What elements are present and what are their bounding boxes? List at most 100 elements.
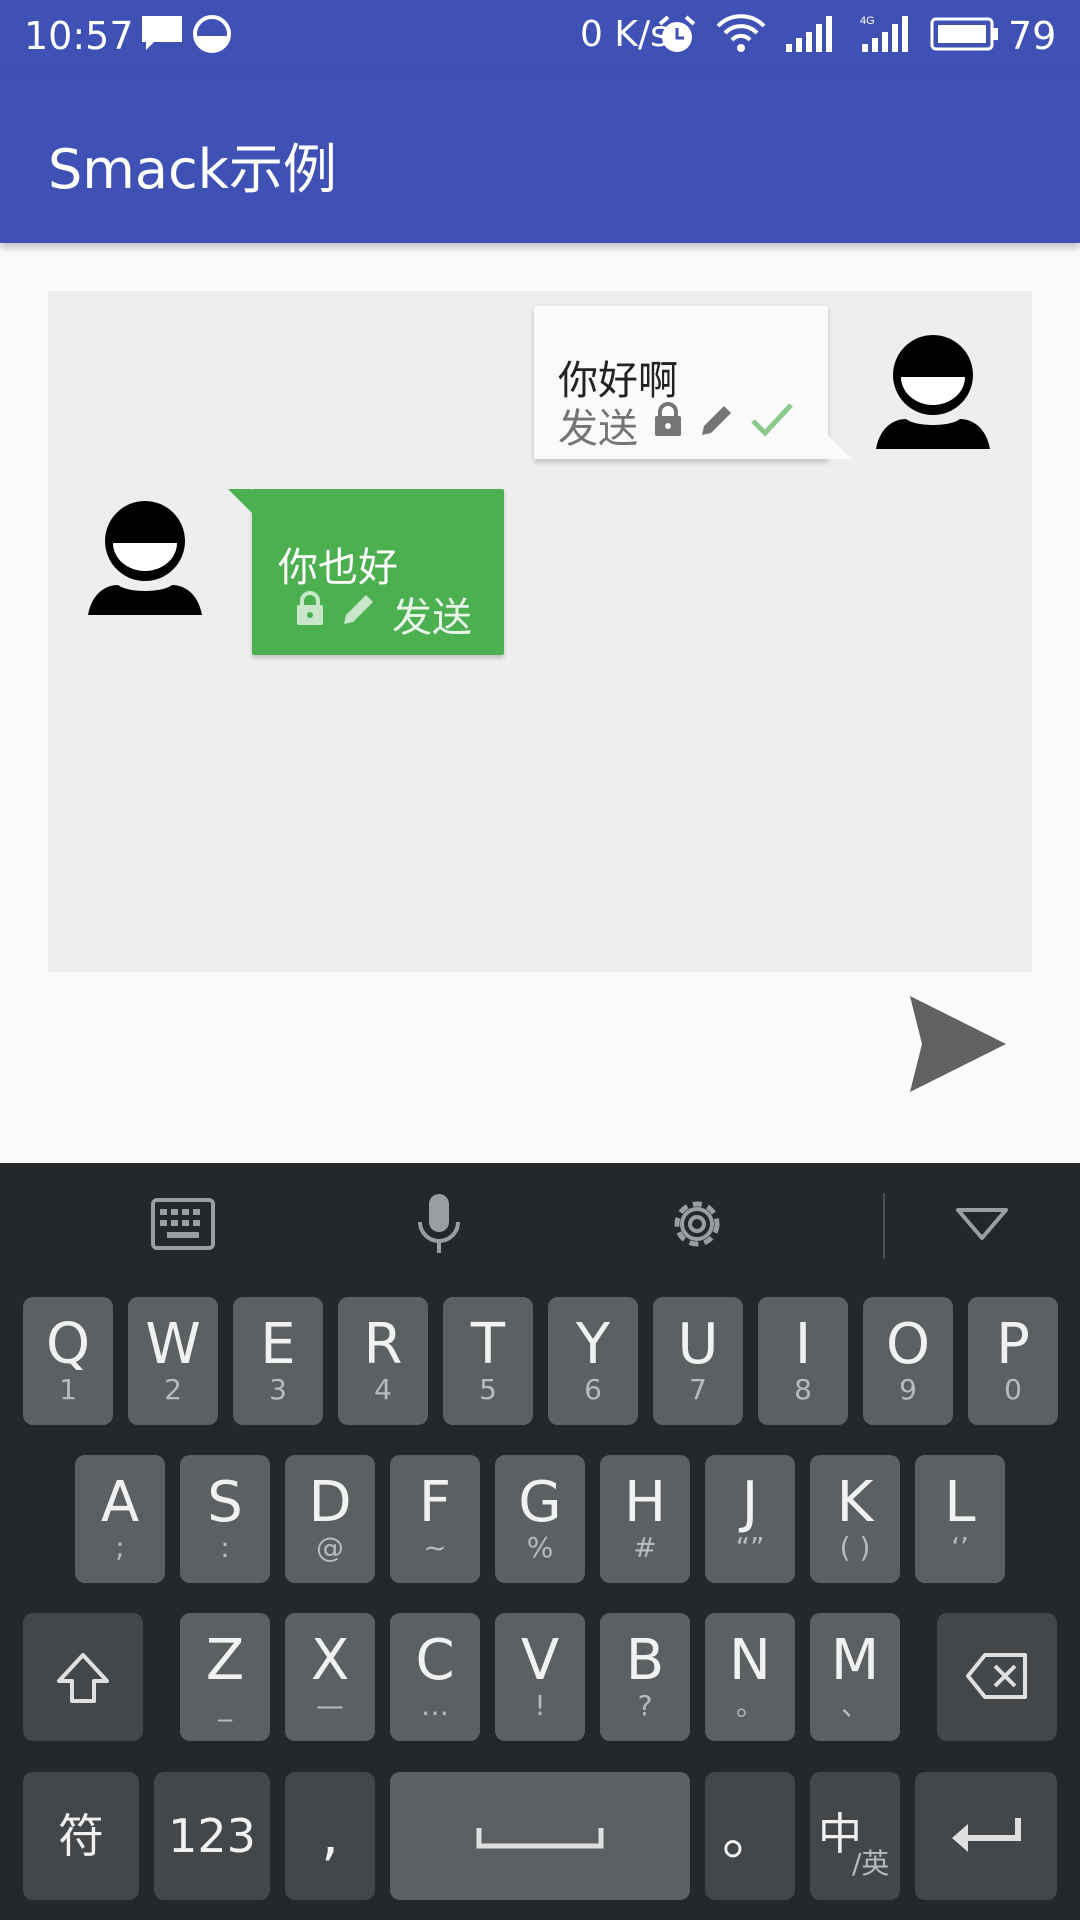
edit-icon	[340, 590, 378, 638]
voice-input-button[interactable]	[402, 1189, 476, 1263]
key-label: C	[415, 1628, 455, 1693]
key-v[interactable]: V!	[495, 1613, 585, 1741]
app-bar: Smack示例	[0, 75, 1080, 243]
key-label: F	[418, 1470, 452, 1535]
key-sublabel: 1	[59, 1373, 77, 1406]
key-sublabel: 2	[164, 1373, 182, 1406]
key-i[interactable]: I8	[758, 1297, 848, 1425]
keyboard-settings-button[interactable]	[660, 1189, 734, 1263]
key-b[interactable]: B?	[600, 1613, 690, 1741]
keyboard-switch-button[interactable]	[146, 1189, 220, 1263]
message-bubble-incoming[interactable]: 你好啊 发送	[534, 306, 852, 459]
key-sublabel: ;	[115, 1531, 125, 1564]
space-key[interactable]	[390, 1772, 690, 1900]
language-switch-key[interactable]: 中 /英	[810, 1772, 900, 1900]
key-label: A	[100, 1470, 140, 1535]
key-j[interactable]: J “”	[705, 1455, 795, 1583]
key-label: I	[794, 1312, 812, 1377]
key-o[interactable]: O9	[863, 1297, 953, 1425]
message-meta: 发送	[294, 585, 472, 643]
key-label: S	[207, 1470, 243, 1535]
key-sublabel: ?	[637, 1689, 653, 1722]
key-x[interactable]: X —	[285, 1613, 375, 1741]
period-key[interactable]: 。	[705, 1772, 795, 1900]
key-label: E	[260, 1312, 296, 1377]
message-meta: 发送	[558, 396, 794, 454]
key-h[interactable]: H #	[600, 1455, 690, 1583]
key-g[interactable]: G%	[495, 1455, 585, 1583]
message-icon	[140, 14, 184, 58]
svg-text:4G: 4G	[860, 15, 875, 27]
key-sublabel: 。	[735, 1689, 764, 1722]
key-sublabel: ‘’	[951, 1531, 969, 1564]
key-sublabel: 8	[794, 1373, 812, 1406]
bubble-tail	[228, 489, 252, 513]
key-label: N	[729, 1628, 771, 1693]
status-time: 10:57	[24, 14, 134, 58]
key-f[interactable]: F ~	[390, 1455, 480, 1583]
avatar-self[interactable]	[86, 499, 204, 617]
keyboard-icon	[150, 1197, 216, 1255]
key-q[interactable]: Q1	[23, 1297, 113, 1425]
symbols-key[interactable]: 符	[23, 1772, 139, 1900]
shift-key[interactable]	[23, 1613, 143, 1741]
key-n[interactable]: N。	[705, 1613, 795, 1741]
key-sublabel: @	[316, 1531, 344, 1564]
key-sublabel: “”	[735, 1531, 765, 1564]
key-m[interactable]: M、	[810, 1613, 900, 1741]
key-r[interactable]: R4	[338, 1297, 428, 1425]
key-k[interactable]: K( )	[810, 1455, 900, 1583]
chat-list[interactable]: 你好啊 发送 你也好 发送	[48, 291, 1032, 972]
numbers-key[interactable]: 123	[154, 1772, 270, 1900]
key-label: Q	[45, 1312, 91, 1377]
space-icon	[390, 1772, 690, 1856]
avatar-contact[interactable]	[874, 333, 992, 451]
key-label: B	[625, 1628, 665, 1693]
key-sublabel: 0	[1004, 1373, 1022, 1406]
check-icon	[750, 401, 794, 449]
key-label: K	[836, 1470, 874, 1535]
soft-keyboard[interactable]: Q1 W2 E3 R4 T5 Y6 U7 I8 O9 P0 A; S: D @ F…	[0, 1163, 1080, 1920]
key-label: H	[623, 1470, 667, 1535]
key-label: L	[944, 1470, 976, 1535]
key-d[interactable]: D @	[285, 1455, 375, 1583]
key-sublabel: ~	[423, 1531, 447, 1564]
comma-key[interactable]: ,	[285, 1772, 375, 1900]
key-y[interactable]: Y6	[548, 1297, 638, 1425]
key-t[interactable]: T5	[443, 1297, 533, 1425]
key-label: 符	[58, 1809, 104, 1863]
backspace-icon	[937, 1613, 1057, 1705]
signal-icon	[784, 14, 840, 58]
app-title: Smack示例	[48, 138, 337, 201]
key-label: O	[885, 1312, 931, 1377]
collapse-keyboard-button[interactable]	[945, 1189, 1019, 1263]
mic-icon	[414, 1192, 464, 1260]
edit-icon	[698, 401, 736, 449]
send-button[interactable]	[904, 990, 1012, 1098]
key-label: U	[677, 1312, 719, 1377]
message-status: 发送	[392, 595, 472, 641]
collapse-icon	[954, 1204, 1010, 1248]
enter-key[interactable]	[915, 1772, 1057, 1900]
key-z[interactable]: Z _	[180, 1613, 270, 1741]
status-bar: 10:57 0 K/s 4G 79	[0, 0, 1080, 75]
message-bubble-outgoing[interactable]: 你也好 发送	[228, 489, 504, 655]
key-w[interactable]: W2	[128, 1297, 218, 1425]
key-p[interactable]: P0	[968, 1297, 1058, 1425]
key-l[interactable]: L ‘’	[915, 1455, 1005, 1583]
key-sublabel: 9	[899, 1373, 917, 1406]
key-label: D	[308, 1470, 352, 1535]
key-u[interactable]: U7	[653, 1297, 743, 1425]
wifi-icon	[716, 14, 766, 58]
backspace-key[interactable]	[937, 1613, 1057, 1741]
key-sublabel: %	[526, 1531, 554, 1564]
key-c[interactable]: C…	[390, 1613, 480, 1741]
key-label: 123	[168, 1809, 256, 1863]
key-a[interactable]: A;	[75, 1455, 165, 1583]
key-e[interactable]: E3	[233, 1297, 323, 1425]
bubble-tail	[828, 435, 852, 459]
key-label: 。	[722, 1803, 778, 1868]
key-label: P	[996, 1312, 1030, 1377]
lock-icon	[294, 591, 326, 637]
key-s[interactable]: S:	[180, 1455, 270, 1583]
